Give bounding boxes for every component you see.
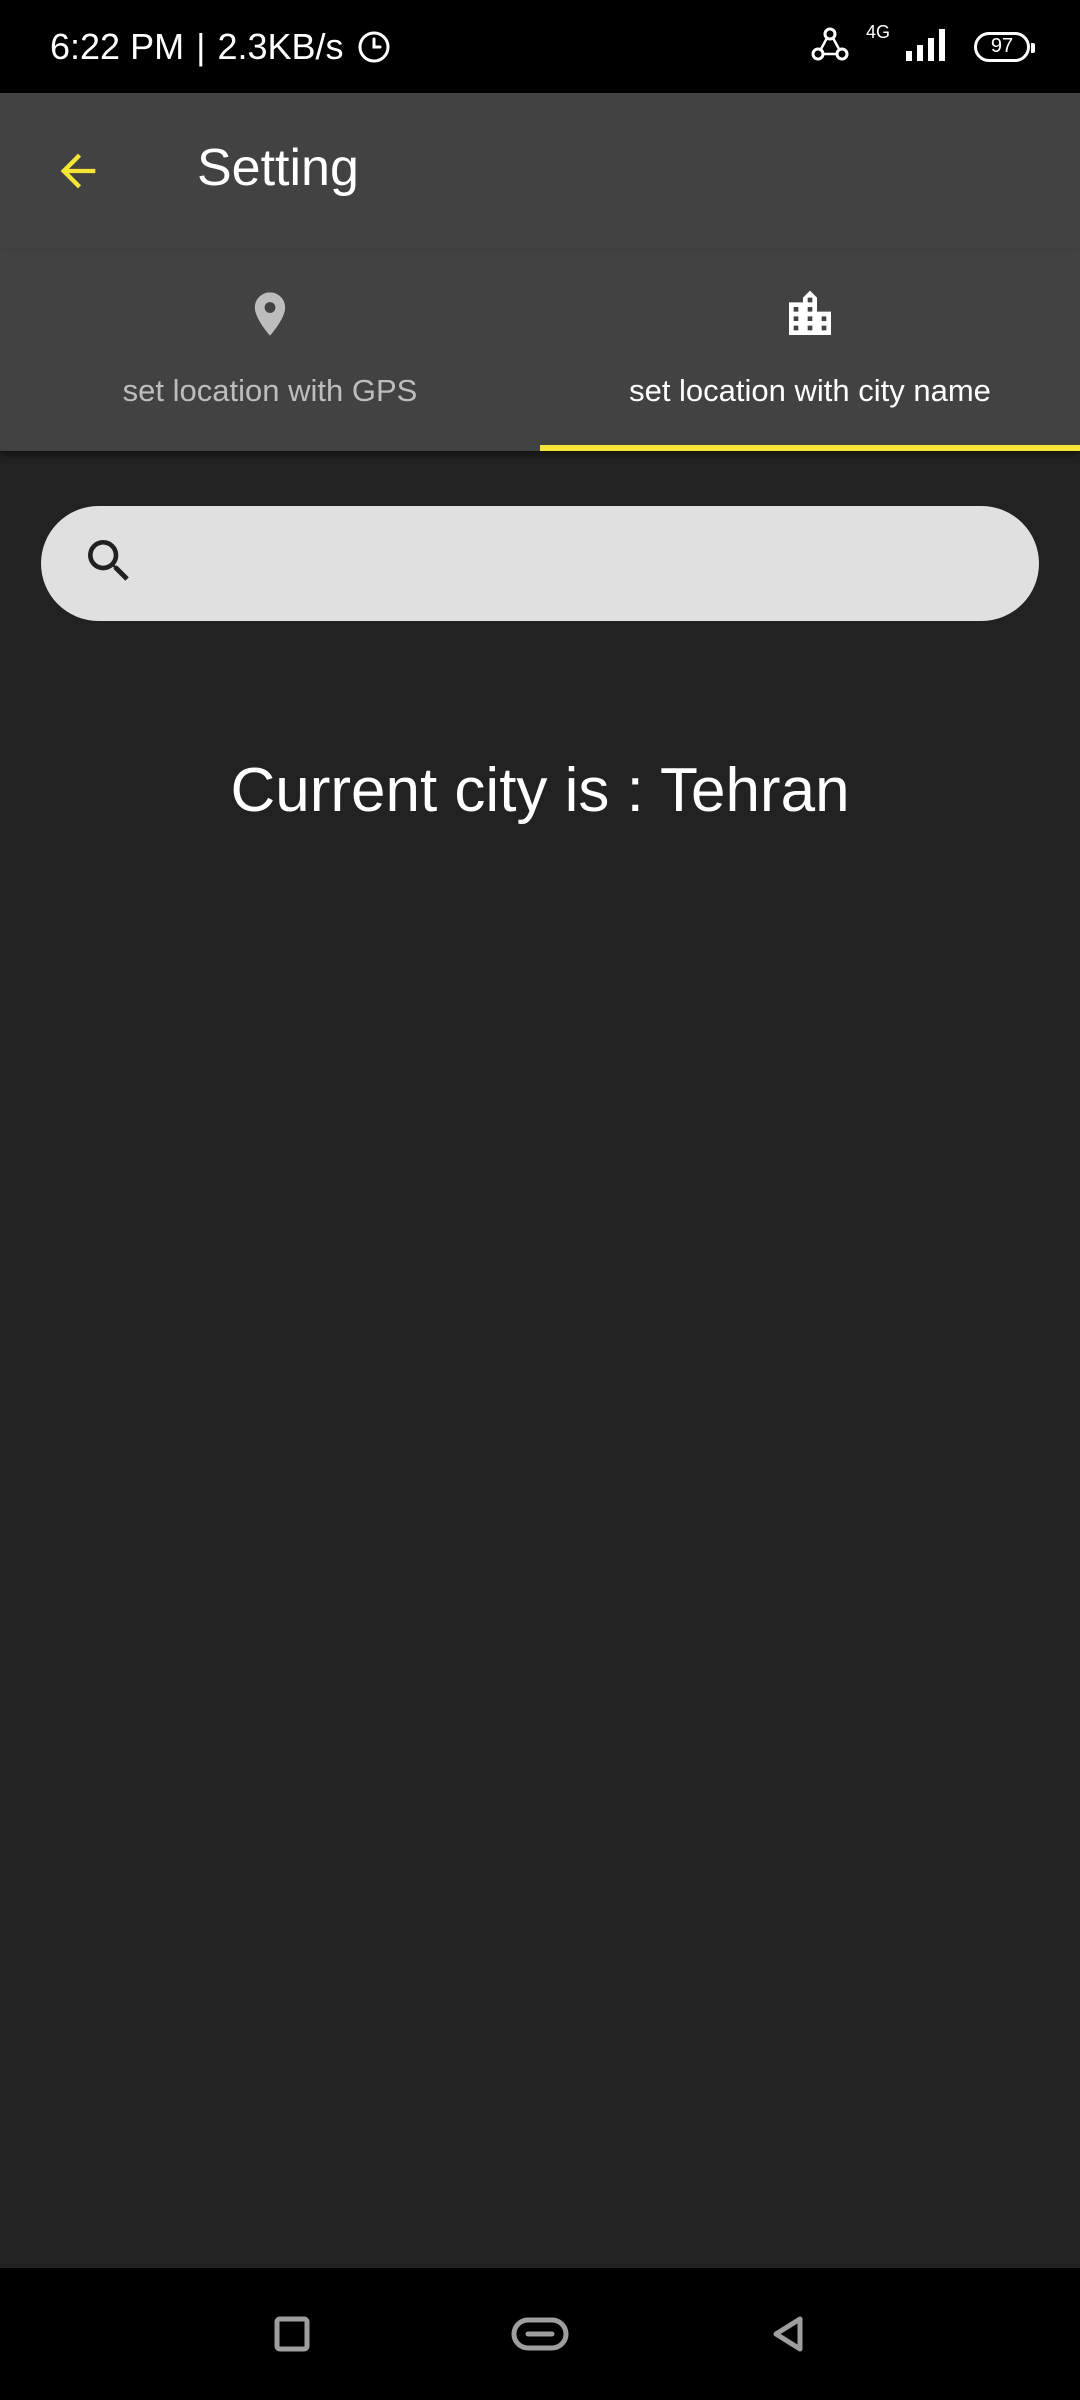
status-left: 6:22 PM | 2.3KB/s [50,26,392,68]
search-field[interactable] [41,506,1039,621]
location-pin-icon [244,283,296,345]
tab-city-name[interactable]: set location with city name [540,251,1080,451]
home-button[interactable] [504,2298,576,2370]
alarm-clock-icon [356,29,392,65]
arrow-back-icon [60,153,96,189]
screen: 6:22 PM | 2.3KB/s 4G 97 Setting set loca… [0,0,1080,2400]
search-input[interactable] [159,523,1039,604]
app-bar: Setting [0,93,1080,251]
recent-apps-icon [274,2316,310,2352]
back-button[interactable] [38,131,118,211]
tab-gps[interactable]: set location with GPS [0,251,540,451]
home-icon [511,2317,569,2351]
net-speed: 2.3KB/s [217,25,344,67]
battery-indicator: 97 [974,31,1035,62]
signal-icon [906,27,952,66]
status-bar: 6:22 PM | 2.3KB/s 4G 97 [0,0,1080,93]
recent-apps-button[interactable] [256,2298,328,2370]
status-separator: | [196,25,206,67]
status-time: 6:22 PM [50,25,185,67]
status-right: 4G 97 [810,22,1035,67]
nav-back-button[interactable] [752,2298,824,2370]
tab-city-name-label: set location with city name [629,373,991,408]
city-building-icon [782,283,838,345]
battery-level: 97 [990,35,1014,57]
page-title: Setting [197,139,359,197]
tab-bar: set location with GPS set location with … [0,251,1080,451]
current-city-label: Current city is : Tehran [230,756,850,825]
hotspot-icon [810,26,850,67]
search-icon [81,533,137,594]
back-icon [773,2316,803,2352]
network-type-label: 4G [865,22,890,42]
tab-gps-label: set location with GPS [122,373,418,408]
navigation-bar [0,2268,1080,2400]
